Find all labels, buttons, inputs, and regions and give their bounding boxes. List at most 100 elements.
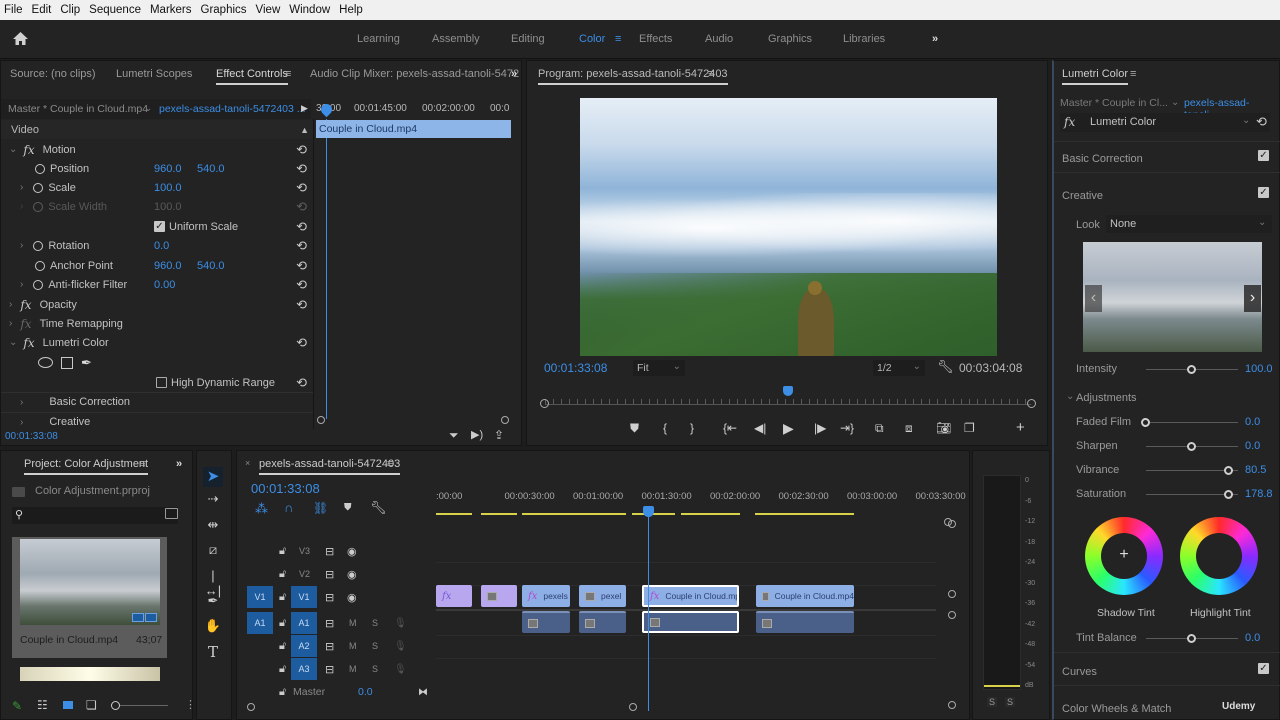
zoom-handle-left[interactable] (317, 416, 325, 424)
source-patch-v1[interactable]: V1 (247, 586, 273, 608)
opacity-row[interactable]: › fx Opacity ⟲ (1, 295, 313, 314)
reset-icon[interactable]: ⟲ (1256, 114, 1267, 130)
intensity-slider[interactable] (1146, 365, 1238, 374)
fx-icon[interactable]: fx (20, 317, 31, 331)
program-playhead[interactable] (783, 386, 793, 396)
stopwatch-icon[interactable] (35, 163, 45, 174)
tint-balance-slider[interactable] (1146, 634, 1238, 643)
sharpen-slider[interactable] (1146, 442, 1238, 451)
slider-knob[interactable] (1223, 490, 1233, 499)
lock-icon[interactable]: 🔓︎ (279, 617, 286, 630)
chevron-down-icon[interactable]: ⌄ (9, 144, 17, 155)
effect-clip-bar[interactable]: Couple in Cloud.mp4 (316, 120, 511, 138)
lumetri-color-row[interactable]: ⌄ fx Lumetri Color ⟲ (1, 333, 313, 352)
color-wheels-section[interactable]: Color Wheels & Match Udemy (1054, 693, 1280, 719)
chevron-right-icon[interactable]: › (20, 417, 23, 428)
program-playhead-timecode[interactable]: 00:01:33:08 (544, 361, 607, 375)
go-to-edit-point-icon[interactable]: ⧓ (418, 687, 428, 698)
zoom-handle-right[interactable] (501, 416, 509, 424)
extract-button[interactable]: ⧈ (905, 421, 913, 436)
video-clip[interactable] (481, 585, 517, 607)
eye-icon[interactable]: ◉ (347, 568, 357, 581)
linked-selection-icon[interactable]: ⛓ (313, 501, 328, 515)
thumbnail-size-slider[interactable] (116, 705, 168, 706)
more-options-icon[interactable]: ⋮ (185, 698, 196, 711)
pencil-icon[interactable]: ✎ (12, 699, 22, 713)
chevron-right-icon[interactable]: › (9, 299, 12, 310)
tab-lumetri-scopes[interactable]: Lumetri Scopes (116, 68, 192, 80)
tab-effect-controls[interactable]: Effect Controls (216, 68, 288, 85)
track-target-a1[interactable]: A1 (291, 612, 317, 634)
timeline-timecode[interactable]: 00:01:33:08 (251, 481, 320, 496)
vertical-zoom-handle[interactable] (948, 520, 956, 528)
sync-lock-icon[interactable]: ⊟ (325, 545, 334, 558)
video-clip[interactable]: fx (436, 585, 472, 607)
comparison-view-button[interactable]: ❐ (964, 421, 975, 435)
selection-tool[interactable]: ➤ (203, 467, 223, 487)
chevron-down-icon[interactable]: ⌄ (144, 103, 152, 114)
slider-knob[interactable] (111, 701, 120, 710)
horizontal-scroll-left[interactable] (247, 703, 255, 711)
menu-help[interactable]: Help (339, 4, 363, 16)
microphone-icon[interactable]: 🎙︎ (394, 641, 407, 652)
eye-icon[interactable]: ◉ (347, 545, 357, 558)
video-clip[interactable]: fx pexels (522, 585, 570, 607)
reset-icon[interactable]: ⟲ (296, 142, 307, 158)
go-to-out-button[interactable]: ⇥} (840, 421, 854, 435)
sync-lock-icon[interactable]: ⊟ (325, 568, 334, 581)
shadow-tint-wheel[interactable]: + (1085, 517, 1163, 595)
scale-value[interactable]: 100.0 (154, 182, 182, 194)
program-video-frame[interactable] (580, 98, 997, 356)
collapse-up-icon[interactable]: ▲ (300, 125, 309, 135)
look-dropdown[interactable]: None ⌄ (1106, 215, 1272, 233)
curves-checkbox[interactable]: ✓ (1258, 663, 1269, 674)
workspace-graphics[interactable]: Graphics (768, 33, 812, 45)
lock-icon[interactable]: 🔓︎ (279, 568, 286, 581)
workspace-color[interactable]: Color (579, 33, 605, 45)
workspace-libraries[interactable]: Libraries (843, 33, 885, 45)
source-patch-a1[interactable]: A1 (247, 612, 273, 634)
pen-tool[interactable]: ✒ (204, 593, 222, 611)
mark-out-button[interactable]: } (690, 421, 694, 435)
close-tab-icon[interactable]: × (245, 458, 250, 468)
chevron-down-icon[interactable]: ⌄ (1171, 97, 1179, 108)
stopwatch-icon[interactable] (33, 182, 44, 193)
icon-view-icon[interactable] (63, 701, 73, 709)
reset-icon[interactable]: ⟲ (296, 297, 307, 313)
timeline-playhead-handle[interactable] (643, 506, 654, 517)
effect-timeline-ruler[interactable]: 30:00 00:01:45:00 00:02:00:00 00:0 (314, 99, 512, 119)
vibrance-value[interactable]: 80.5 (1245, 464, 1266, 476)
menu-clip[interactable]: Clip (60, 4, 80, 16)
uniform-scale-checkbox[interactable]: ✓ (154, 221, 165, 232)
faded-film-slider[interactable] (1141, 418, 1238, 427)
intensity-value[interactable]: 100.0 (1245, 363, 1273, 375)
slider-knob[interactable] (1187, 442, 1196, 451)
adjustments-label[interactable]: Adjustments (1076, 392, 1137, 404)
type-tool[interactable]: T (204, 643, 222, 661)
video-clip[interactable]: Couple in Cloud.mp4 (756, 585, 854, 607)
reset-icon[interactable]: ⟲ (296, 161, 307, 177)
microphone-icon[interactable]: 🎙︎ (394, 618, 407, 629)
sharpen-value[interactable]: 0.0 (1245, 440, 1260, 452)
vertical-scroll-handle[interactable] (948, 701, 956, 709)
meter-solo-right[interactable]: S (1005, 697, 1016, 707)
lock-icon[interactable]: 🔓︎ (279, 686, 286, 699)
menu-view[interactable]: View (256, 4, 281, 16)
step-back-button[interactable]: ◀| (754, 421, 766, 435)
fit-dropdown[interactable]: Fit ⌄ (633, 360, 685, 376)
project-item-thumbnail-2[interactable] (20, 667, 160, 681)
look-next-button[interactable]: › (1244, 285, 1261, 312)
timeline-sequence-tab[interactable]: pexels-assad-tanoli-5472403 (259, 458, 401, 475)
hdr-checkbox[interactable] (156, 377, 167, 388)
workspace-assembly[interactable]: Assembly (432, 33, 480, 45)
slider-knob[interactable] (1187, 634, 1196, 643)
creative-checkbox[interactable]: ✓ (1258, 187, 1269, 198)
audio-clip[interactable] (756, 611, 854, 633)
panel-menu-icon[interactable]: ≡ (1130, 68, 1136, 80)
home-icon[interactable] (12, 31, 29, 46)
creative-row[interactable]: › Creative (1, 412, 313, 431)
project-panel-title[interactable]: Project: Color Adjustment (24, 458, 149, 475)
tint-balance-value[interactable]: 0.0 (1245, 632, 1260, 644)
workspace-learning[interactable]: Learning (357, 33, 400, 45)
chevron-right-icon[interactable]: › (20, 397, 23, 408)
